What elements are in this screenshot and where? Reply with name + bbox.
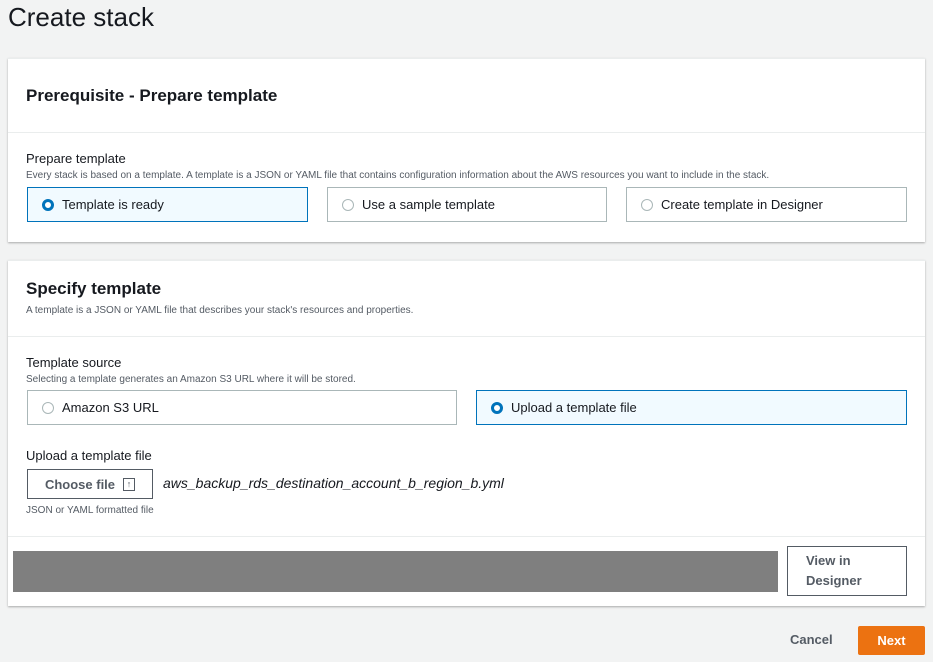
option-upload-file[interactable]: Upload a template file bbox=[476, 390, 907, 425]
page-title: Create stack bbox=[8, 2, 154, 33]
option-template-ready[interactable]: Template is ready bbox=[27, 187, 308, 222]
option-label: Use a sample template bbox=[362, 197, 495, 212]
radio-selected-icon bbox=[42, 199, 54, 211]
prepare-template-label: Prepare template bbox=[26, 151, 126, 166]
prepare-template-description: Every stack is based on a template. A te… bbox=[26, 170, 769, 181]
option-create-in-designer[interactable]: Create template in Designer bbox=[626, 187, 907, 222]
radio-icon bbox=[42, 402, 54, 414]
option-s3-url[interactable]: Amazon S3 URL bbox=[27, 390, 457, 425]
option-label: Amazon S3 URL bbox=[62, 400, 159, 415]
option-label: Create template in Designer bbox=[661, 197, 823, 212]
radio-selected-icon bbox=[491, 402, 503, 414]
option-label: Upload a template file bbox=[511, 400, 637, 415]
specify-template-subheading: A template is a JSON or YAML file that d… bbox=[26, 305, 907, 316]
option-sample-template[interactable]: Use a sample template bbox=[327, 187, 607, 222]
option-label: Template is ready bbox=[62, 197, 164, 212]
upload-icon: ↑ bbox=[123, 478, 135, 491]
selected-file-name: aws_backup_rds_destination_account_b_reg… bbox=[163, 475, 504, 491]
template-source-label: Template source bbox=[26, 355, 121, 370]
view-in-designer-button[interactable]: View in Designer bbox=[787, 546, 907, 596]
radio-icon bbox=[342, 199, 354, 211]
choose-file-label: Choose file bbox=[45, 477, 115, 492]
prerequisite-heading: Prerequisite - Prepare template bbox=[26, 86, 277, 106]
choose-file-button[interactable]: Choose file ↑ bbox=[27, 469, 153, 499]
cancel-button[interactable]: Cancel bbox=[790, 632, 833, 647]
template-source-description: Selecting a template generates an Amazon… bbox=[26, 374, 356, 385]
next-button[interactable]: Next bbox=[858, 626, 925, 655]
specify-template-panel: Specify template A template is a JSON or… bbox=[8, 260, 925, 606]
radio-icon bbox=[641, 199, 653, 211]
prerequisite-panel: Prerequisite - Prepare template Prepare … bbox=[8, 58, 925, 242]
redacted-area bbox=[13, 551, 778, 592]
view-in-designer-label: View in Designer bbox=[806, 551, 876, 591]
specify-template-heading: Specify template bbox=[26, 279, 907, 299]
upload-label: Upload a template file bbox=[26, 448, 152, 463]
file-hint: JSON or YAML formatted file bbox=[26, 505, 154, 516]
